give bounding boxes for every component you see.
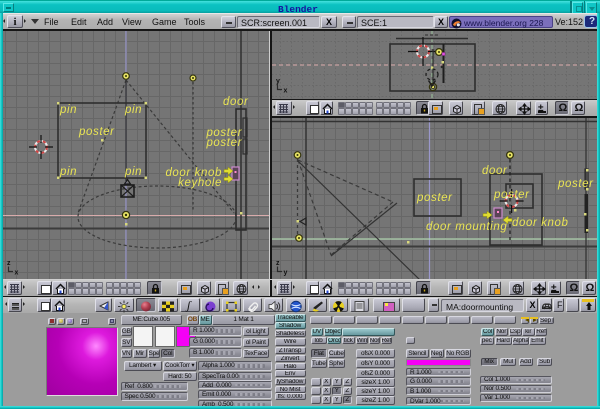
svg-text:poster: poster xyxy=(78,126,115,138)
svg-text:door: door xyxy=(223,96,249,108)
svg-text:y: y xyxy=(284,270,288,277)
svg-text:x: x xyxy=(284,88,288,95)
svg-text:x: x xyxy=(15,270,19,277)
svg-text:door: door xyxy=(482,165,508,177)
svg-text:door mounting: door mounting xyxy=(426,221,507,233)
svg-text:pin: pin xyxy=(124,104,142,116)
svg-text:y: y xyxy=(276,78,280,85)
svg-text:z: z xyxy=(7,260,11,267)
svg-text:pin: pin xyxy=(124,166,142,178)
svg-text:poster: poster xyxy=(205,137,242,149)
svg-text:pin: pin xyxy=(59,104,77,116)
svg-text:keyhole: keyhole xyxy=(178,177,222,189)
svg-text:poster: poster xyxy=(416,192,453,204)
svg-text:poster: poster xyxy=(557,178,594,190)
svg-text:poster: poster xyxy=(493,189,530,201)
svg-text:z: z xyxy=(276,260,280,267)
svg-text:pin: pin xyxy=(59,166,77,178)
svg-text:door knob: door knob xyxy=(512,217,569,229)
